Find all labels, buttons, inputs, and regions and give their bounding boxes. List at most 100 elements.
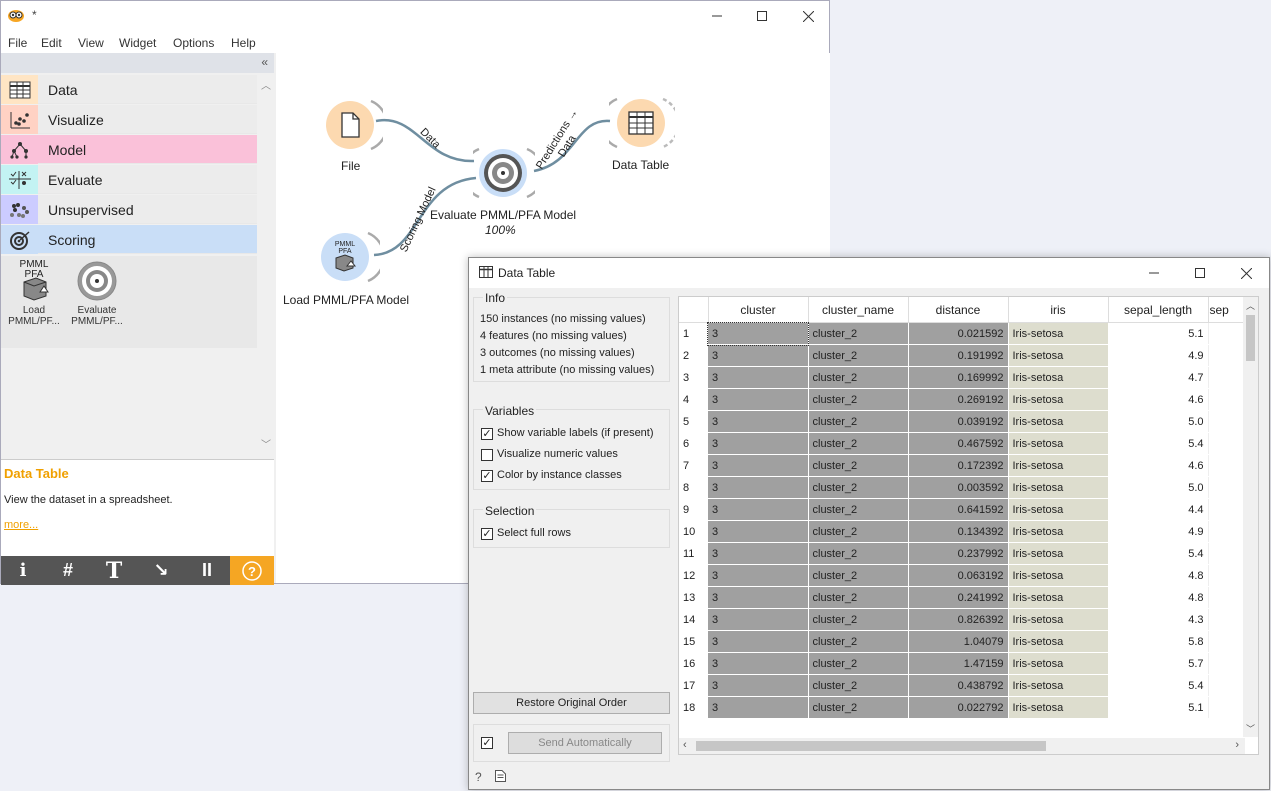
cell-iris[interactable]: Iris-setosa — [1008, 366, 1108, 389]
cell-distance[interactable]: 0.237992 — [908, 542, 1009, 565]
close-button[interactable] — [785, 1, 831, 31]
row-number[interactable]: 14 — [679, 608, 708, 631]
cell-distance[interactable]: 1.47159 — [908, 652, 1009, 675]
cell-distance[interactable]: 0.021592 — [908, 322, 1009, 345]
cell-cluster[interactable]: 3 — [708, 674, 809, 697]
table-row[interactable]: 13 3 cluster_2 0.241992 Iris-setosa 4.8 — [679, 586, 1248, 609]
row-number[interactable]: 17 — [679, 674, 708, 697]
cell-cluster-name[interactable]: cluster_2 — [808, 630, 909, 653]
column-header-iris[interactable]: iris — [1008, 297, 1109, 323]
cell-cluster-name[interactable]: cluster_2 — [808, 652, 909, 675]
scroll-down-icon[interactable]: ﹀ — [261, 436, 271, 451]
help-more-link[interactable]: more... — [4, 519, 38, 531]
cell-sepal-width[interactable] — [1208, 608, 1248, 631]
cell-sepal-width[interactable] — [1208, 564, 1248, 587]
row-number[interactable]: 11 — [679, 542, 708, 565]
cell-cluster[interactable]: 3 — [708, 652, 809, 675]
cell-distance[interactable]: 0.063192 — [908, 564, 1009, 587]
cell-cluster[interactable]: 3 — [708, 344, 809, 367]
table-horizontal-scrollbar[interactable]: ‹ › — [679, 738, 1245, 754]
text-annotation-button[interactable]: T — [91, 556, 137, 585]
cell-cluster-name[interactable]: cluster_2 — [808, 608, 909, 631]
cell-sepal-length[interactable]: 5.1 — [1108, 322, 1209, 345]
column-header-sepal-length[interactable]: sepal_length — [1108, 297, 1209, 323]
table-row[interactable]: 4 3 cluster_2 0.269192 Iris-setosa 4.6 — [679, 388, 1248, 411]
cell-sepal-length[interactable]: 4.3 — [1108, 608, 1209, 631]
column-header-distance[interactable]: distance — [908, 297, 1009, 323]
cell-cluster-name[interactable]: cluster_2 — [808, 564, 909, 587]
dt-close-button[interactable] — [1223, 258, 1269, 288]
category-unsupervised[interactable]: Unsupervised — [1, 195, 257, 224]
cell-cluster[interactable]: 3 — [708, 564, 809, 587]
cell-sepal-width[interactable] — [1208, 388, 1248, 411]
send-auto-checkbox[interactable]: ✓ — [481, 737, 493, 749]
cell-distance[interactable]: 0.172392 — [908, 454, 1009, 477]
table-row[interactable]: 17 3 cluster_2 0.438792 Iris-setosa 5.4 — [679, 674, 1248, 697]
row-number[interactable]: 8 — [679, 476, 708, 499]
cell-cluster[interactable]: 3 — [708, 388, 809, 411]
table-row[interactable]: 5 3 cluster_2 0.039192 Iris-setosa 5.0 — [679, 410, 1248, 433]
row-number[interactable]: 16 — [679, 652, 708, 675]
menu-view[interactable]: View — [78, 36, 104, 50]
cell-sepal-width[interactable] — [1208, 498, 1248, 521]
cell-sepal-length[interactable]: 4.7 — [1108, 366, 1209, 389]
widget-load-pmml[interactable]: PMML PFA Load PMML/PF... — [1, 256, 67, 327]
cell-cluster[interactable]: 3 — [708, 520, 809, 543]
cell-sepal-length[interactable]: 5.8 — [1108, 630, 1209, 653]
cell-cluster[interactable]: 3 — [708, 608, 809, 631]
cell-iris[interactable]: Iris-setosa — [1008, 476, 1108, 499]
cell-cluster-name[interactable]: cluster_2 — [808, 674, 909, 697]
row-number[interactable]: 1 — [679, 322, 708, 345]
cell-cluster-name[interactable]: cluster_2 — [808, 542, 909, 565]
cell-cluster-name[interactable]: cluster_2 — [808, 344, 909, 367]
table-row[interactable]: 3 3 cluster_2 0.169992 Iris-setosa 4.7 — [679, 366, 1248, 389]
dt-minimize-button[interactable] — [1131, 258, 1177, 288]
data-table-view[interactable]: cluster cluster_name distance iris sepal… — [678, 296, 1259, 755]
column-header-cluster-name[interactable]: cluster_name — [808, 297, 909, 323]
table-row[interactable]: 15 3 cluster_2 1.04079 Iris-setosa 5.8 — [679, 630, 1248, 653]
cell-iris[interactable]: Iris-setosa — [1008, 344, 1108, 367]
cell-iris[interactable]: Iris-setosa — [1008, 674, 1108, 697]
cell-distance[interactable]: 0.641592 — [908, 498, 1009, 521]
cell-distance[interactable]: 0.269192 — [908, 388, 1009, 411]
cell-distance[interactable]: 0.003592 — [908, 476, 1009, 499]
cell-cluster[interactable]: 3 — [708, 542, 809, 565]
cell-cluster[interactable]: 3 — [708, 366, 809, 389]
cell-cluster-name[interactable]: cluster_2 — [808, 366, 909, 389]
cell-iris[interactable]: Iris-setosa — [1008, 388, 1108, 411]
cell-cluster-name[interactable]: cluster_2 — [808, 498, 909, 521]
cell-sepal-width[interactable] — [1208, 652, 1248, 675]
cell-distance[interactable]: 0.467592 — [908, 432, 1009, 455]
cell-sepal-width[interactable] — [1208, 322, 1248, 345]
cell-cluster[interactable]: 3 — [708, 586, 809, 609]
toolbox-scrollbar[interactable]: ︿ ﹀ — [258, 73, 273, 455]
cell-sepal-length[interactable]: 4.9 — [1108, 344, 1209, 367]
row-number[interactable]: 12 — [679, 564, 708, 587]
menu-widget[interactable]: Widget — [119, 36, 156, 50]
cell-sepal-length[interactable]: 4.9 — [1108, 520, 1209, 543]
cell-sepal-length[interactable]: 5.4 — [1108, 674, 1209, 697]
cell-cluster-name[interactable]: cluster_2 — [808, 520, 909, 543]
cell-cluster[interactable]: 3 — [708, 454, 809, 477]
cell-cluster-name[interactable]: cluster_2 — [808, 586, 909, 609]
row-number[interactable]: 9 — [679, 498, 708, 521]
cell-cluster-name[interactable]: cluster_2 — [808, 432, 909, 455]
report-icon[interactable] — [495, 770, 506, 785]
table-row[interactable]: 1 3 cluster_2 0.021592 Iris-setosa 5.1 — [679, 321, 1248, 346]
cell-cluster[interactable]: 3 — [708, 696, 809, 719]
cell-iris[interactable]: Iris-setosa — [1008, 520, 1108, 543]
restore-original-order-button[interactable]: Restore Original Order — [473, 692, 670, 714]
menu-edit[interactable]: Edit — [41, 36, 62, 50]
cell-iris[interactable]: Iris-setosa — [1008, 586, 1108, 609]
table-vertical-scrollbar[interactable]: ︿ ﹀ — [1243, 297, 1258, 737]
cell-cluster[interactable]: 3 — [707, 321, 809, 346]
category-model[interactable]: Model — [1, 135, 257, 164]
cell-sepal-length[interactable]: 5.1 — [1108, 696, 1209, 719]
column-header-cluster[interactable]: cluster — [708, 297, 809, 323]
arrow-annotation-button[interactable]: ↘ — [138, 556, 184, 585]
cell-sepal-length[interactable]: 4.4 — [1108, 498, 1209, 521]
cell-iris[interactable]: Iris-setosa — [1008, 608, 1108, 631]
cell-cluster[interactable]: 3 — [708, 432, 809, 455]
scroll-right-icon[interactable]: › — [1235, 739, 1239, 751]
grid-button[interactable]: # — [46, 556, 90, 585]
